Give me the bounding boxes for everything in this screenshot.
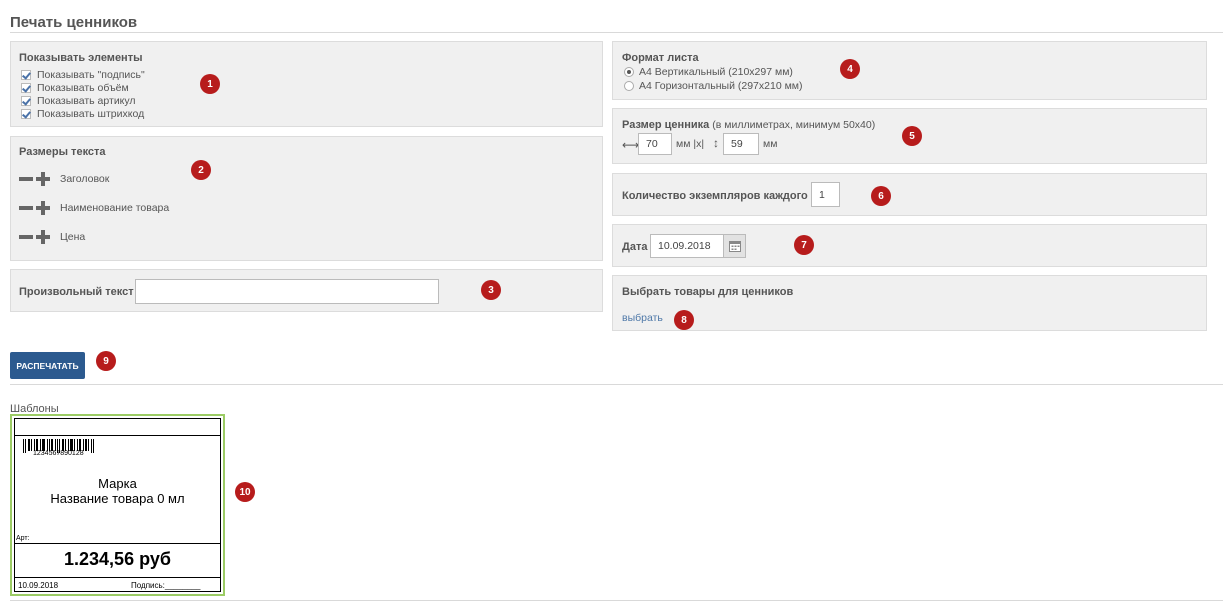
checkbox-show-barcode[interactable]: Показывать штрихкод (21, 107, 145, 120)
badge-3: 3 (481, 280, 501, 300)
tag-date: 10.09.2018 (18, 581, 59, 590)
tag-width-input[interactable]: 70 (638, 133, 672, 155)
date-input[interactable]: 10.09.2018 (650, 234, 724, 258)
badge-2: 2 (191, 160, 211, 180)
text-sizes-title: Размеры текста (19, 146, 106, 158)
checkbox-label: Показывать артикул (37, 94, 136, 107)
product-name-size-control: Наименование товара (19, 201, 169, 215)
copies-panel: Количество экземпляров каждого 1 6 (612, 173, 1207, 216)
plus-icon[interactable] (36, 230, 50, 244)
radio-a4-landscape[interactable]: А4 Горизонтальный (297x210 мм) (624, 79, 803, 93)
copies-input[interactable]: 1 (811, 182, 840, 207)
checkbox-icon[interactable] (21, 108, 31, 119)
tag-article-label: Арт: (16, 535, 30, 542)
badge-8: 8 (674, 310, 694, 330)
date-label: Дата (622, 241, 648, 253)
checkbox-icon[interactable] (21, 95, 31, 106)
radio-a4-portrait[interactable]: А4 Вертикальный (210x297 мм) (624, 65, 803, 79)
checkbox-icon[interactable] (21, 82, 31, 93)
size-label-product-name: Наименование товара (60, 202, 170, 214)
plus-icon[interactable] (36, 201, 50, 215)
badge-10: 10 (235, 482, 255, 502)
width-arrow-icon: ⟷ (622, 138, 640, 152)
tag-divider (15, 435, 220, 436)
minus-icon[interactable] (19, 177, 33, 181)
tag-size-title: Размер ценника (622, 119, 710, 131)
tag-price: 1.234,56 руб (64, 549, 171, 569)
plus-icon[interactable] (36, 172, 50, 186)
unit-separator: мм |x| (676, 138, 705, 150)
radio-label: А4 Вертикальный (210x297 мм) (639, 66, 793, 78)
checkbox-label: Показывать объём (37, 81, 129, 94)
badge-7: 7 (794, 235, 814, 255)
radio-selected-icon[interactable] (624, 67, 634, 77)
select-goods-link[interactable]: выбрать (622, 312, 663, 324)
sheet-format-title: Формат листа (622, 52, 699, 64)
tag-signature: Подпись:________ (131, 581, 201, 590)
tag-divider (15, 543, 220, 544)
radio-label: А4 Горизонтальный (297x210 мм) (639, 80, 803, 92)
size-label-heading: Заголовок (60, 173, 110, 185)
tag-divider (15, 577, 220, 578)
tag-size-hint: (в миллиметрах, минимум 50x40) (712, 119, 876, 131)
show-elements-panel: Показывать элементы Показывать "подпись"… (10, 41, 603, 127)
template-card[interactable]: 1234567890128 Марка Название товара 0 мл… (10, 414, 225, 596)
checkbox-label: Показывать штрихкод (37, 107, 145, 120)
minus-icon[interactable] (19, 206, 33, 210)
size-label-price: Цена (60, 231, 86, 243)
custom-text-panel: Произвольный текст 3 (10, 269, 603, 312)
height-unit: мм (763, 138, 778, 150)
bottom-divider (10, 600, 1223, 601)
tag-size-heading: Размер ценника (в миллиметрах, минимум 5… (622, 119, 875, 131)
text-sizes-panel: Размеры текста Заголовок Наименование то… (10, 136, 603, 261)
badge-9: 9 (96, 351, 116, 371)
tag-brand: Марка (98, 476, 137, 491)
checkbox-show-volume[interactable]: Показывать объём (21, 81, 145, 94)
date-panel: Дата 10.09.2018 7 (612, 224, 1207, 267)
badge-4: 4 (840, 59, 860, 79)
heading-size-control: Заголовок (19, 172, 109, 186)
print-button[interactable]: РАСПЕЧАТАТЬ (10, 352, 85, 379)
select-goods-title: Выбрать товары для ценников (622, 286, 794, 298)
custom-text-label: Произвольный текст (19, 286, 134, 298)
title-divider (10, 32, 1223, 33)
page-title: Печать ценников (10, 14, 138, 31)
badge-5: 5 (902, 126, 922, 146)
copies-label: Количество экземпляров каждого (622, 190, 808, 202)
badge-1: 1 (200, 74, 220, 94)
price-tag-preview: 1234567890128 Марка Название товара 0 мл… (14, 418, 221, 592)
checkbox-label: Показывать "подпись" (37, 68, 145, 81)
checkbox-show-article[interactable]: Показывать артикул (21, 94, 145, 107)
section-divider (10, 384, 1223, 385)
show-elements-title: Показывать элементы (19, 52, 143, 64)
badge-6: 6 (871, 186, 891, 206)
sheet-format-panel: Формат листа А4 Вертикальный (210x297 мм… (612, 41, 1207, 100)
barcode-number: 1234567890128 (33, 450, 84, 457)
height-arrow-icon: ↕ (713, 136, 719, 150)
tag-product-name: Название товара 0 мл (50, 491, 185, 506)
tag-height-input[interactable]: 59 (723, 133, 759, 155)
checkbox-icon[interactable] (21, 69, 31, 80)
radio-icon[interactable] (624, 81, 634, 91)
price-size-control: Цена (19, 230, 85, 244)
tag-size-panel: Размер ценника (в миллиметрах, минимум 5… (612, 108, 1207, 164)
custom-text-input[interactable] (135, 279, 439, 304)
checkbox-show-signature[interactable]: Показывать "подпись" (21, 68, 145, 81)
minus-icon[interactable] (19, 235, 33, 239)
calendar-icon[interactable] (724, 234, 746, 258)
select-goods-panel: Выбрать товары для ценников выбрать 8 (612, 275, 1207, 331)
